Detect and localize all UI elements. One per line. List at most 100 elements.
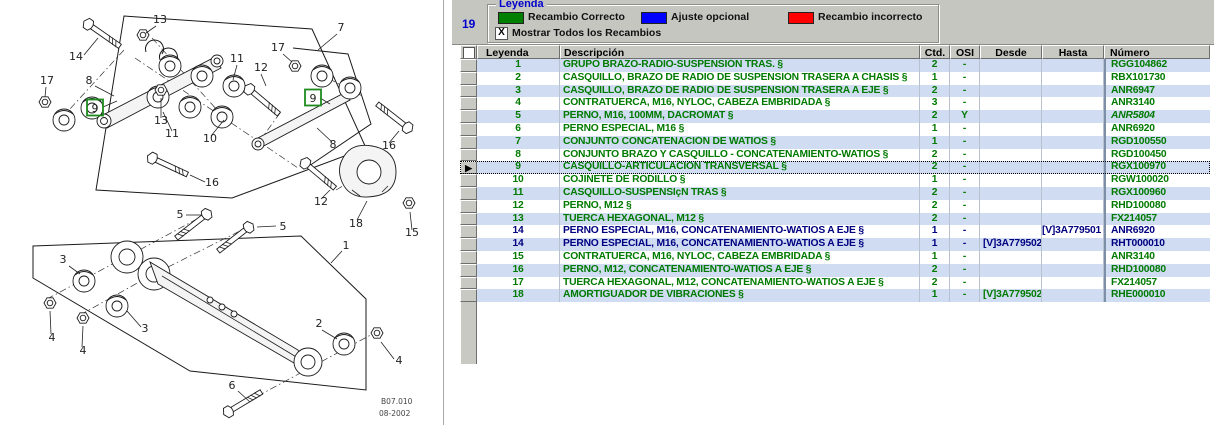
cell-hasta [1042,161,1104,174]
cell-desde [980,85,1042,98]
table-row[interactable]: 7CONJUNTO CONCATENACIÓN DE WATIOS §1-RGD… [460,136,1210,149]
table-row[interactable]: 14PERNO ESPECIAL, M16, CONCATENAMIENTO-W… [460,238,1210,251]
cell-desde [980,97,1042,110]
cell-desde [980,213,1042,226]
cell-desde [980,59,1042,72]
diagram-callout-9[interactable]: 9 [310,92,317,105]
row-selector[interactable] [460,59,477,72]
column-header-hasta[interactable]: Hasta [1042,45,1104,59]
cell-hasta [1042,123,1104,136]
row-selector[interactable] [460,85,477,98]
diagram-callout-6[interactable]: 6 [229,379,236,392]
diagram-callout-17[interactable]: 17 [40,74,54,87]
diagram-callout-18[interactable]: 18 [349,217,363,230]
diagram-callout-9[interactable]: 9 [92,102,99,115]
nut-4c [371,328,383,338]
diagram-callout-2[interactable]: 2 [316,317,323,330]
diagram-callout-17[interactable]: 17 [271,41,285,54]
cell-desde [980,161,1042,174]
row-selector[interactable] [460,238,477,251]
table-row[interactable]: 1GRUPO BRAZO-RADIO-SUSPENSIÓN TRAS. §2-R… [460,59,1210,72]
row-selector[interactable] [460,174,477,187]
column-header-desde[interactable]: Desde [980,45,1042,59]
select-all-cell[interactable] [460,45,477,59]
table-row[interactable]: 17TUERCA HEXAGONAL, M12, CONCATENAMIENTO… [460,277,1210,290]
diagram-callout-3[interactable]: 3 [142,322,149,335]
row-selector[interactable] [460,200,477,213]
diagram-callout-8[interactable]: 8 [86,74,93,87]
table-row[interactable]: 12PERNO, M12 §2-RHD100080 [460,200,1210,213]
table-row[interactable]: 8CONJUNTO BRAZO Y CASQUILLO - CONCATENAM… [460,149,1210,162]
row-selector[interactable] [460,225,477,238]
cell-hasta [1042,110,1104,123]
table-row[interactable]: 15CONTRATUERCA, M16, NYLOC, CABEZA EMBRI… [460,251,1210,264]
cell-desde [980,187,1042,200]
row-selector[interactable] [460,149,477,162]
select-all-checkbox[interactable] [463,47,475,59]
diagram-callout-14[interactable]: 14 [69,50,83,63]
checkbox-checked-icon[interactable]: X [495,27,508,40]
diagram-callout-3[interactable]: 3 [60,253,67,266]
diagram-callout-15[interactable]: 15 [405,226,419,239]
cell-leyenda: 9 [477,161,560,174]
table-row[interactable]: 3CASQUILLO, BRAZO DE RADIO DE SUSPENSIÓN… [460,85,1210,98]
table-row[interactable]: 4CONTRATUERCA, M16, NYLOC, CABEZA EMBRID… [460,97,1210,110]
diagram-callout-4[interactable]: 4 [80,344,87,357]
parts-catalog-screen: { "colors": { "correct": "#007a00", "opt… [0,0,1214,425]
cell-desde [980,123,1042,136]
row-selector[interactable] [460,72,477,85]
diagram-callout-13[interactable]: 13 [154,114,168,127]
row-selector[interactable] [460,110,477,123]
row-selector[interactable] [460,97,477,110]
diagram-callout-11[interactable]: 11 [230,52,244,65]
row-selector[interactable]: ▶ [460,161,477,174]
column-header-descripcion[interactable]: Descripción [560,45,920,59]
diagram-callout-5[interactable]: 5 [177,208,184,221]
table-row[interactable]: 10COJINETE DE RODILLO §1-RGW100020 [460,174,1210,187]
diagram-callout-7[interactable]: 7 [338,21,345,34]
row-selector[interactable] [460,187,477,200]
row-selector[interactable] [460,289,477,302]
bushing [339,77,361,99]
column-header-ctd[interactable]: Ctd. [920,45,950,59]
cell-hasta [1042,174,1104,187]
cell-descripcion: TUERCA HEXAGONAL, M12 § [560,213,920,226]
column-header-osi[interactable]: OSI [950,45,980,59]
diagram-callout-4[interactable]: 4 [396,354,403,367]
row-selector[interactable] [460,264,477,277]
table-row[interactable]: 6PERNO ESPECIAL, M16 §1-ANR6920 [460,123,1210,136]
cell-descripcion: CASQUILLO-SUSPENSIçN TRAS § [560,187,920,200]
row-selector[interactable] [460,213,477,226]
table-row[interactable]: 13TUERCA HEXAGONAL, M12 §2-FX214057 [460,213,1210,226]
diagram-callout-12[interactable]: 12 [314,195,328,208]
diagram-callout-4[interactable]: 4 [49,331,56,344]
row-selector-gutter-tail [460,302,477,364]
column-header-numero[interactable]: Número [1104,45,1210,59]
table-row[interactable]: 11CASQUILLO-SUSPENSIçN TRAS §2-RGX100960 [460,187,1210,200]
table-row[interactable]: 16PERNO, M12, CONCATENAMIENTO-WATIOS A E… [460,264,1210,277]
table-row[interactable]: 18AMORTIGUADOR DE VIBRACIONES §1-[V]3A77… [460,289,1210,302]
row-selector[interactable] [460,123,477,136]
legend-item-label: Recambio incorrecto [818,11,922,23]
table-row[interactable]: 2CASQUILLO, BRAZO DE RADIO DE SUSPENSIÓN… [460,72,1210,85]
table-row[interactable]: 14PERNO ESPECIAL, M16, CONCATENAMIENTO-W… [460,225,1210,238]
diagram-callout-13[interactable]: 13 [153,13,167,26]
cell-osi: - [950,123,980,136]
table-row[interactable]: 5PERNO, M16, 100MM, DACROMAT §2YANR5804 [460,110,1210,123]
diagram-callout-11[interactable]: 11 [165,127,179,140]
table-row[interactable]: ▶9CASQUILLO-ARTICULACIÓN TRANSVERSAL §2-… [460,161,1210,174]
diagram-callout-1[interactable]: 1 [343,239,350,252]
cell-osi: - [950,213,980,226]
row-selector[interactable] [460,251,477,264]
column-header-leyenda[interactable]: Leyenda [477,45,560,59]
diagram-callout-16[interactable]: 16 [205,176,219,189]
diagram-callout-10[interactable]: 10 [203,132,217,145]
row-selector[interactable] [460,277,477,290]
diagram-callout-16[interactable]: 16 [382,139,396,152]
diagram-callout-8[interactable]: 8 [330,138,337,151]
row-selector[interactable] [460,136,477,149]
diagram-callout-12[interactable]: 12 [254,61,268,74]
diagram-callout-5[interactable]: 5 [280,220,287,233]
cell-numero: FX214057 [1104,277,1210,290]
cell-numero: ANR3140 [1104,97,1210,110]
